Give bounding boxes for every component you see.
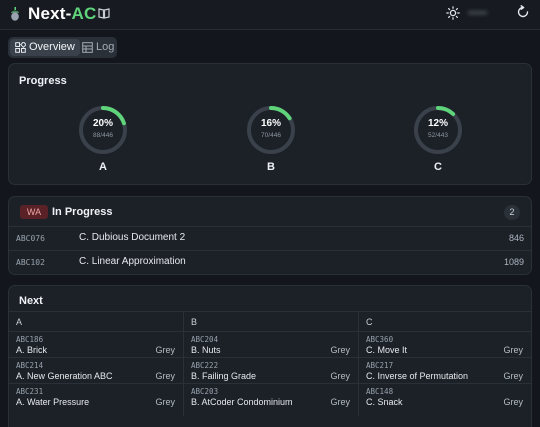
list-item[interactable]: ABC204 B. Nuts Grey [184,331,358,357]
next-column-a: A ABC186 A. Brick Grey ABC214 A. New Gen… [9,311,183,416]
column-header: A [16,317,23,327]
problem-id: ABC186 [16,335,44,344]
grid-icon [15,42,26,53]
problem-id: ABC217 [366,361,394,370]
in-progress-title: In Progress [52,206,113,218]
in-progress-card: WA In Progress 2 ABC076 C. Dubious Docum… [8,196,532,275]
problem-title-link[interactable]: C. Dubious Document 2 [79,232,185,243]
problem-title-link[interactable]: A. Brick [16,345,47,355]
column-header: C [366,317,373,327]
problem-title-link[interactable]: B. Nuts [191,345,221,355]
sun-icon[interactable] [446,6,460,20]
ring-percent: 20% [92,118,113,129]
problem-id: ABC148 [366,387,394,396]
ring-graphic [79,106,127,154]
reload-icon[interactable] [516,5,530,19]
list-item[interactable]: ABC217 C. Inverse of Permutation Grey [359,357,531,383]
brand-title[interactable]: Next-AC [28,4,96,24]
problem-id: ABC203 [191,387,219,396]
wa-status-badge: WA [20,205,48,219]
difficulty-grade: Grey [503,397,523,407]
ring-graphic [247,106,295,154]
tab-log-label: Log [96,41,115,53]
brand-accent: AC [71,4,97,23]
difficulty-grade: Grey [155,345,175,355]
problem-id: ABC076 [16,234,45,243]
progress-ring-c: 12% 52/443 [410,102,466,158]
progress-ring-b: 16% 70/446 [243,102,299,158]
difficulty-grade: Grey [330,371,350,381]
in-progress-count-badge: 2 [504,205,520,220]
user-name[interactable]: •••••• [468,8,508,18]
list-item[interactable]: ABC203 B. AtCoder Condominium Grey [184,383,358,409]
top-bar: Next-AC •••••• [0,0,540,30]
list-item[interactable]: ABC222 B. Failing Grade Grey [184,357,358,383]
next-column-c: C ABC360 C. Move It Grey ABC217 C. Inver… [359,311,531,416]
problem-title-link[interactable]: B. AtCoder Condominium [191,397,293,407]
ring-fraction: 88/446 [93,132,113,139]
tab-log[interactable]: Log [80,39,115,56]
list-item[interactable]: ABC148 C. Snack Grey [359,383,531,409]
list-item[interactable]: ABC231 A. Water Pressure Grey [9,383,183,409]
difficulty-grade: Grey [155,397,175,407]
progress-card: Progress 20% 88/446 A 16% 70/446 B 12% 5… [8,63,532,185]
progress-ring-a: 20% 88/446 [75,102,131,158]
book-icon[interactable] [98,7,110,19]
problem-title-link[interactable]: C. Linear Approximation [79,256,186,267]
problem-title-link[interactable]: A. New Generation ABC [16,371,113,381]
problem-title-link[interactable]: A. Water Pressure [16,397,89,407]
problem-id: ABC204 [191,335,219,344]
difficulty-grade: Grey [503,371,523,381]
tab-overview-label: Overview [29,41,75,53]
list-item[interactable]: ABC214 A. New Generation ABC Grey [9,357,183,383]
difficulty-grade: Grey [155,371,175,381]
column-header: B [191,317,198,327]
ring-label-a: A [99,161,107,173]
ring-percent: 12% [427,118,448,129]
ring-percent: 16% [260,118,281,129]
acorn-logo-icon[interactable] [10,7,20,21]
next-card: Next A ABC186 A. Brick Grey ABC214 A. Ne… [8,285,532,427]
list-item[interactable]: ABC360 C. Move It Grey [359,331,531,357]
next-title: Next [19,295,43,307]
problem-title-link[interactable]: C. Inverse of Permutation [366,371,468,381]
problem-id: ABC214 [16,361,44,370]
brand-main: Next- [28,4,72,23]
problem-difficulty: 1089 [503,257,524,267]
ring-fraction: 52/443 [428,132,448,139]
table-icon [82,42,93,53]
table-row[interactable]: ABC102 C. Linear Approximation 1089 [9,250,531,274]
table-row[interactable]: ABC076 C. Dubious Document 2 846 [9,226,531,250]
problem-difficulty: 846 [508,233,524,243]
difficulty-grade: Grey [330,345,350,355]
ring-graphic [414,106,462,154]
list-item[interactable]: ABC186 A. Brick Grey [9,331,183,357]
problem-id: ABC231 [16,387,44,396]
ring-fraction: 70/446 [261,132,281,139]
problem-id: ABC360 [366,335,394,344]
tab-overview[interactable]: Overview [10,39,80,56]
problem-id: ABC102 [16,258,45,267]
difficulty-grade: Grey [330,397,350,407]
problem-title-link[interactable]: C. Move It [366,345,407,355]
ring-label-b: B [267,161,275,173]
progress-title: Progress [19,75,67,87]
next-column-b: B ABC204 B. Nuts Grey ABC222 B. Failing … [184,311,358,416]
ring-label-c: C [434,161,442,173]
problem-title-link[interactable]: C. Snack [366,397,403,407]
problem-id: ABC222 [191,361,219,370]
difficulty-grade: Grey [503,345,523,355]
view-tabs: Overview Log [8,37,117,58]
problem-title-link[interactable]: B. Failing Grade [191,371,256,381]
